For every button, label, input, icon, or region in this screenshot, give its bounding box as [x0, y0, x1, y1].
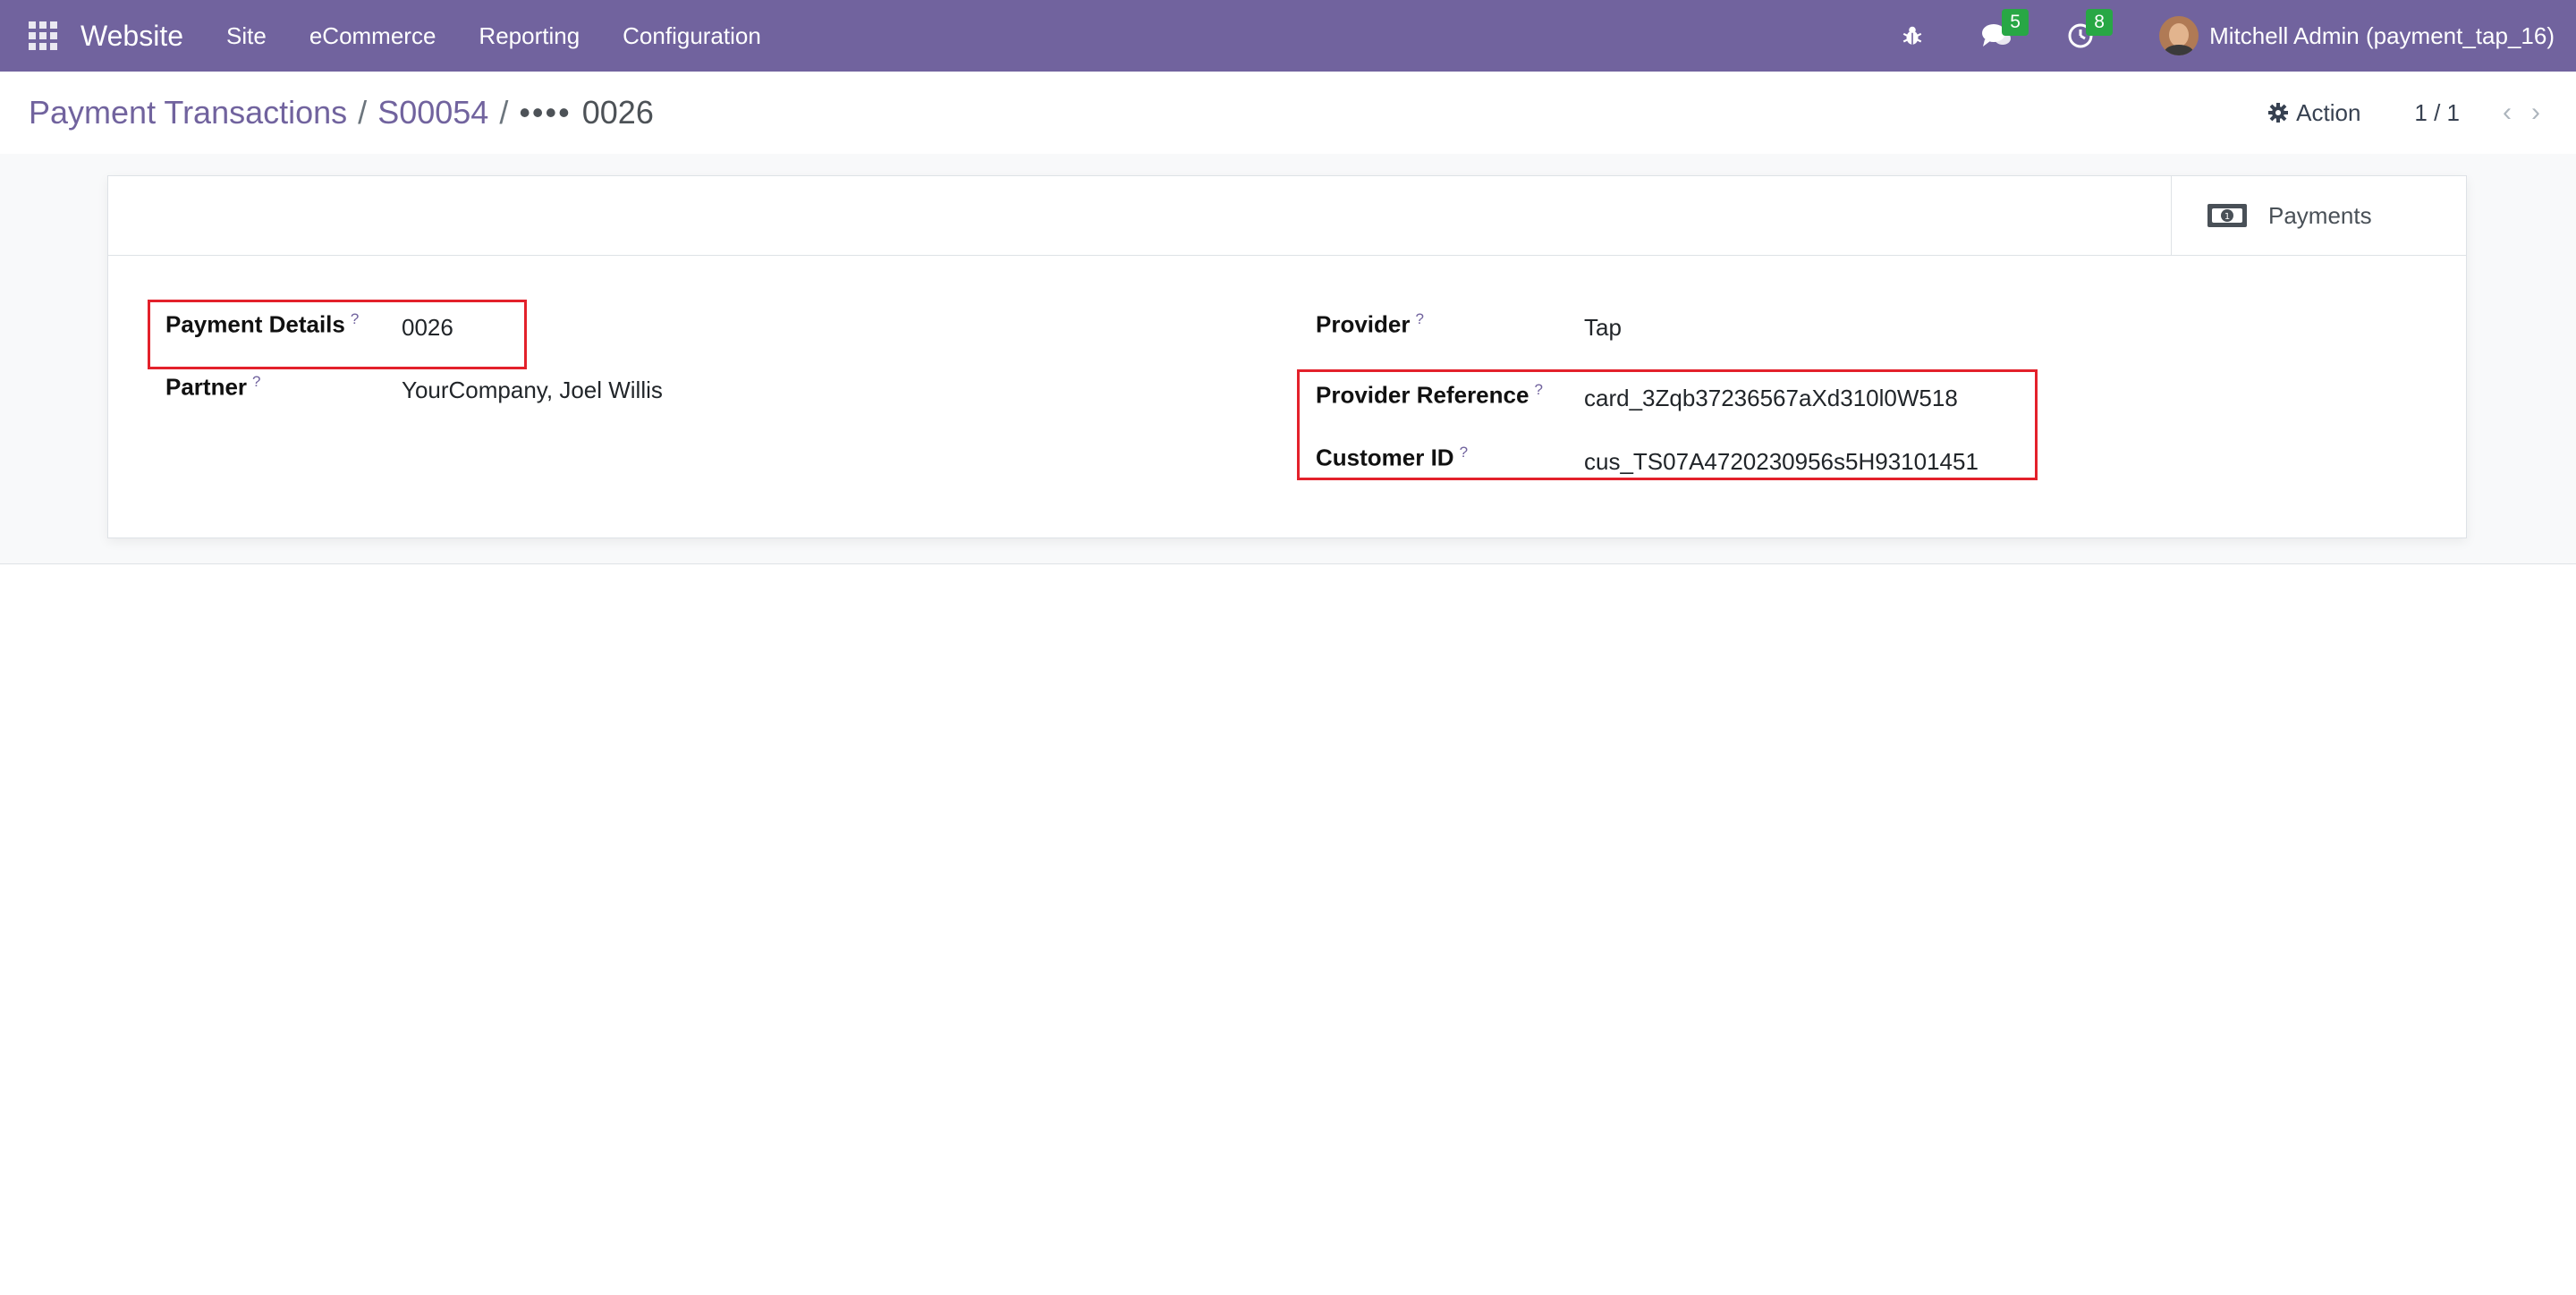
breadcrumb-payment-transactions[interactable]: Payment Transactions — [29, 94, 347, 131]
pager-next-icon[interactable]: › — [2531, 97, 2540, 128]
app-grid-icon[interactable] — [29, 21, 57, 50]
svg-text:1: 1 — [2224, 212, 2230, 222]
highlight-provider-reference-customer-id — [1297, 369, 2038, 480]
menu-site[interactable]: Site — [226, 22, 267, 50]
activities-clock-icon[interactable]: 8 — [2063, 9, 2114, 54]
money-bill-icon: 1 — [2207, 204, 2247, 227]
menu-ecommerce[interactable]: eCommerce — [309, 22, 436, 50]
user-avatar[interactable] — [2159, 16, 2199, 55]
app-name[interactable]: Website — [80, 20, 183, 53]
breadcrumb-separator: / — [358, 94, 368, 131]
payments-label: Payments — [2268, 201, 2372, 229]
control-panel: Payment Transactions / S00054 / •••• 002… — [0, 72, 2576, 155]
top-navbar: Website Site eCommerce Reporting Configu… — [0, 0, 2576, 72]
menu-configuration[interactable]: Configuration — [623, 22, 761, 50]
gear-icon — [2268, 103, 2289, 123]
breadcrumb-current: 0026 — [581, 94, 654, 131]
menu-reporting[interactable]: Reporting — [479, 22, 580, 50]
messages-chat-icon[interactable]: 5 — [1979, 9, 2029, 54]
action-button[interactable]: Action — [2267, 99, 2360, 127]
messages-badge: 5 — [2002, 9, 2029, 36]
highlight-payment-details — [148, 300, 527, 369]
help-tooltip-icon[interactable]: ? — [252, 373, 260, 390]
breadcrumb-separator: / — [499, 94, 509, 131]
activities-badge: 8 — [2086, 9, 2114, 36]
user-menu[interactable]: Mitchell Admin (payment_tap_16) — [2209, 22, 2555, 50]
payments-smart-button[interactable]: 1 Payments — [2171, 176, 2466, 255]
debug-bug-icon[interactable] — [1894, 18, 1930, 54]
provider-label: Provider? — [1316, 310, 1424, 338]
partner-value[interactable]: YourCompany, Joel Willis — [402, 377, 663, 404]
pager-previous-icon[interactable]: ‹ — [2503, 97, 2512, 128]
provider-value[interactable]: Tap — [1584, 314, 1622, 342]
breadcrumb-current-dots: •••• — [519, 94, 572, 131]
action-label: Action — [2296, 98, 2361, 126]
form-sheet: 1 Payments Payment Details? 0026 Partner… — [107, 175, 2467, 538]
breadcrumb: Payment Transactions / S00054 / •••• 002… — [29, 72, 654, 154]
smart-button-box: 1 Payments — [108, 176, 2466, 256]
help-tooltip-icon[interactable]: ? — [1416, 310, 1424, 327]
form-content-area: 1 Payments Payment Details? 0026 Partner… — [0, 154, 2576, 564]
breadcrumb-sale-order[interactable]: S00054 — [377, 94, 488, 131]
pager-value[interactable]: 1 / 1 — [2414, 99, 2460, 127]
partner-label: Partner? — [165, 373, 261, 401]
